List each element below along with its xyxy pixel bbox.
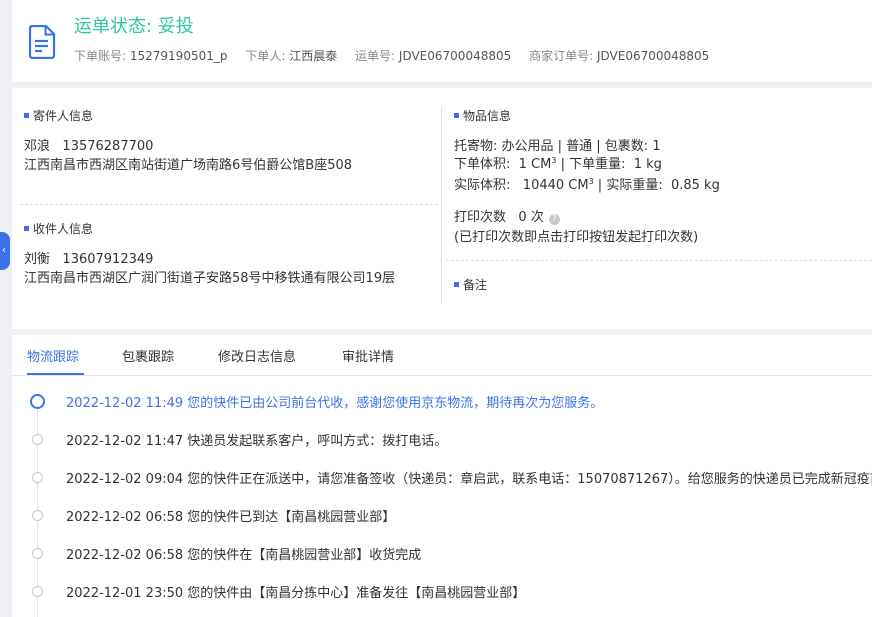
section-marker-icon	[454, 282, 459, 287]
merchant-order-label: 商家订单号:	[529, 49, 594, 63]
order-weight-value: 1 kg	[633, 157, 662, 172]
remarks-section-title: 备注	[454, 276, 487, 293]
print-count-label: 打印次数	[454, 210, 507, 225]
receiver-address: 江西南昌市西湖区广润门街道子安路58号中移铁通有限公司19层	[24, 271, 396, 286]
tracking-panel: 物流跟踪 包裹跟踪 修改日志信息 审批详情 2022-12-02 11:49 您…	[12, 335, 872, 617]
order-volume-value: 1 CM	[518, 157, 552, 172]
divider	[20, 204, 438, 205]
order-volume-weight: 下单体积: 1 CM3 | 下单重量: 1 kg	[454, 153, 662, 172]
actual-weight-label: | 实际重量:	[593, 178, 663, 193]
status-label: 运单状态:	[74, 16, 158, 37]
order-account-value: 15279190501_p	[129, 49, 228, 63]
timeline-current-dot-icon	[30, 394, 45, 409]
timeline-item: 2022-12-02 09:04 您的快件正在派送中，请您准备签收（快递员：章启…	[12, 466, 872, 490]
timeline-item: 2022-12-02 11:49 您的快件已由公司前台代收，感谢您使用京东物流，…	[12, 390, 872, 414]
timeline-dot-icon	[32, 434, 43, 445]
waybill-meta: 下单账号: 15279190501_p 下单人: 江西晨泰 运单号: JDVE0…	[74, 47, 723, 64]
actual-volume-label: 实际体积:	[454, 178, 511, 193]
sidebar-collapse-toggle[interactable]: ‹	[0, 232, 10, 270]
timeline-text: 2022-12-02 11:49 您的快件已由公司前台代收，感谢您使用京东物流，…	[66, 396, 604, 411]
waybill-number-value: JDVE06700048805	[398, 49, 512, 63]
timeline-text: 2022-12-01 23:50 您的快件由【南昌分拣中心】准备发往【南昌桃园营…	[66, 586, 526, 601]
help-icon[interactable]: ?	[548, 214, 560, 225]
document-icon	[28, 25, 56, 59]
section-marker-icon	[24, 113, 29, 118]
timeline-text: 2022-12-02 06:58 您的快件已到达【南昌桃园营业部】	[66, 510, 396, 525]
sender-name: 邓浪	[24, 139, 51, 154]
active-tab-indicator	[27, 373, 84, 375]
waybill-header: 运单状态: 妥投 下单账号: 15279190501_p 下单人: 江西晨泰 运…	[12, 0, 872, 82]
tab-package-tracking[interactable]: 包裹跟踪	[122, 346, 174, 365]
status-value: 妥投	[157, 16, 194, 37]
section-marker-icon	[24, 226, 29, 231]
order-volume-label: 下单体积:	[454, 157, 511, 172]
goods-section-title: 物品信息	[454, 107, 511, 124]
timeline-text: 2022-12-02 11:47 快递员发起联系客户，呼叫方式：拨打电话。	[66, 434, 448, 449]
goods-summary: 托寄物: 办公用品 | 普通 | 包裹数: 1	[454, 139, 661, 154]
shipment-info-panel: 寄件人信息 邓浪 13576287700 江西南昌市西湖区南站街道广场南路6号伯…	[12, 88, 872, 329]
vertical-divider	[441, 106, 442, 304]
print-count-hint: (已打印次数即点击打印按钮发起打印次数)	[454, 230, 699, 245]
timeline-item: 2022-12-02 06:58 您的快件在【南昌桃园营业部】收货完成	[12, 542, 872, 566]
waybill-status: 运单状态: 妥投	[74, 12, 194, 38]
order-account-label: 下单账号:	[74, 49, 127, 63]
tab-change-log[interactable]: 修改日志信息	[218, 346, 296, 365]
waybill-number-label: 运单号:	[355, 49, 396, 63]
actual-volume-weight: 实际体积: 10440 CM3 | 实际重量: 0.85 kg	[454, 174, 720, 193]
receiver-contact: 刘衡 13607912349	[24, 248, 153, 267]
timeline-item: 2022-12-02 11:47 快递员发起联系客户，呼叫方式：拨打电话。	[12, 428, 872, 452]
timeline-dot-icon	[32, 548, 43, 559]
divider	[446, 260, 872, 261]
section-marker-icon	[454, 113, 459, 118]
actual-weight-value: 0.85 kg	[670, 178, 720, 193]
sender-phone: 13576287700	[62, 139, 154, 154]
receiver-section-title: 收件人信息	[24, 220, 93, 237]
timeline-dot-icon	[32, 586, 43, 597]
print-count: 打印次数 0 次?	[454, 206, 560, 225]
sender-section-title: 寄件人信息	[24, 107, 93, 124]
print-count-value: 0 次	[518, 210, 544, 225]
tab-logistics-tracking[interactable]: 物流跟踪	[27, 346, 79, 365]
actual-volume-value: 10440 CM	[522, 178, 589, 193]
timeline-item: 2022-12-02 06:58 您的快件已到达【南昌桃园营业部】	[12, 504, 872, 528]
receiver-name: 刘衡	[24, 252, 51, 267]
tracking-tabs: 物流跟踪 包裹跟踪 修改日志信息 审批详情	[12, 335, 872, 376]
timeline-dot-icon	[32, 472, 43, 483]
merchant-order-value: JDVE06700048805	[596, 49, 710, 63]
receiver-phone: 13607912349	[62, 252, 154, 267]
timeline-text: 2022-12-02 06:58 您的快件在【南昌桃园营业部】收货完成	[66, 548, 422, 563]
order-weight-label: | 下单重量:	[556, 157, 626, 172]
timeline-item: 2022-12-01 23:50 您的快件由【南昌分拣中心】准备发往【南昌桃园营…	[12, 580, 872, 604]
orderer-value: 江西晨泰	[289, 49, 338, 63]
sender-contact: 邓浪 13576287700	[24, 135, 153, 154]
timeline-dot-icon	[32, 510, 43, 521]
tab-approval-details[interactable]: 审批详情	[342, 346, 394, 365]
timeline-text: 2022-12-02 09:04 您的快件正在派送中，请您准备签收（快递员：章启…	[66, 472, 872, 487]
chevron-left-icon: ‹	[2, 245, 6, 256]
orderer-label: 下单人:	[245, 49, 286, 63]
sender-address: 江西南昌市西湖区南站街道广场南路6号伯爵公馆B座508	[24, 158, 353, 173]
